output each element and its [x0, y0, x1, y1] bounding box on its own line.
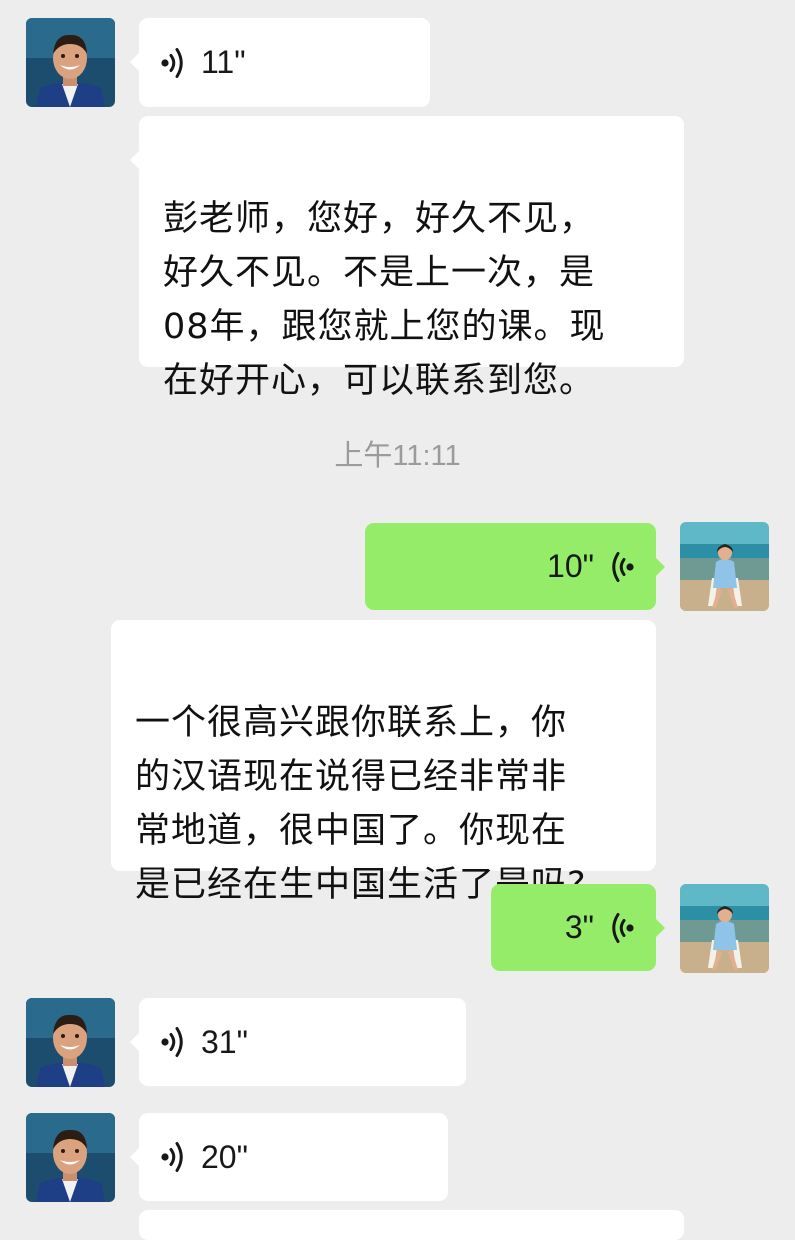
voice-message-bubble[interactable]: 31" — [130, 998, 466, 1086]
voice-duration: 31" — [201, 1023, 248, 1060]
voice-duration: 10" — [547, 548, 594, 584]
chat-timestamp: 上午11:11 — [334, 440, 461, 472]
contact-avatar-image — [26, 1113, 115, 1202]
contact-avatar-image — [26, 998, 115, 1087]
voice-wave-right-icon — [161, 1140, 187, 1174]
text-message-bubble[interactable]: 彭老师，您好，好久不见， 好久不见。不是上一次，是 08年，跟您就上您的课。现 … — [130, 116, 684, 401]
my-avatar-image — [680, 884, 769, 973]
voice-wave-left-icon — [608, 911, 634, 945]
my-avatar-image — [680, 522, 769, 611]
voice-wave-right-icon — [161, 46, 187, 80]
contact-avatar[interactable] — [26, 1113, 115, 1202]
voice-duration: 3" — [564, 909, 594, 945]
message-text: 彭老师，您好，好久不见， 好久不见。不是上一次，是 08年，跟您就上您的课。现 … — [163, 199, 606, 401]
my-avatar[interactable] — [680, 884, 769, 973]
voice-message-bubble[interactable]: 11" — [130, 18, 430, 107]
voice-duration: 20" — [201, 1138, 248, 1175]
contact-avatar[interactable] — [26, 998, 115, 1087]
contact-avatar[interactable] — [26, 18, 115, 107]
transcription-bubble[interactable]: 一个很高兴跟你联系上，你 的汉语现在说得已经非常非 常地道，很中国了。你现在 是… — [111, 620, 656, 905]
voice-duration: 11" — [201, 44, 246, 80]
voice-message-bubble[interactable]: 10" — [365, 523, 665, 610]
transcription-text: 一个很高兴跟你联系上，你 的汉语现在说得已经非常非 常地道，很中国了。你现在 是… — [135, 703, 587, 905]
voice-wave-left-icon — [608, 550, 634, 584]
voice-wave-right-icon — [161, 1025, 187, 1059]
voice-message-bubble[interactable]: 20" — [130, 1113, 448, 1201]
voice-message-bubble[interactable]: 3" — [491, 884, 665, 971]
my-avatar[interactable] — [680, 522, 769, 611]
next-message-bubble-partial[interactable] — [139, 1210, 684, 1240]
contact-avatar-image — [26, 18, 115, 107]
